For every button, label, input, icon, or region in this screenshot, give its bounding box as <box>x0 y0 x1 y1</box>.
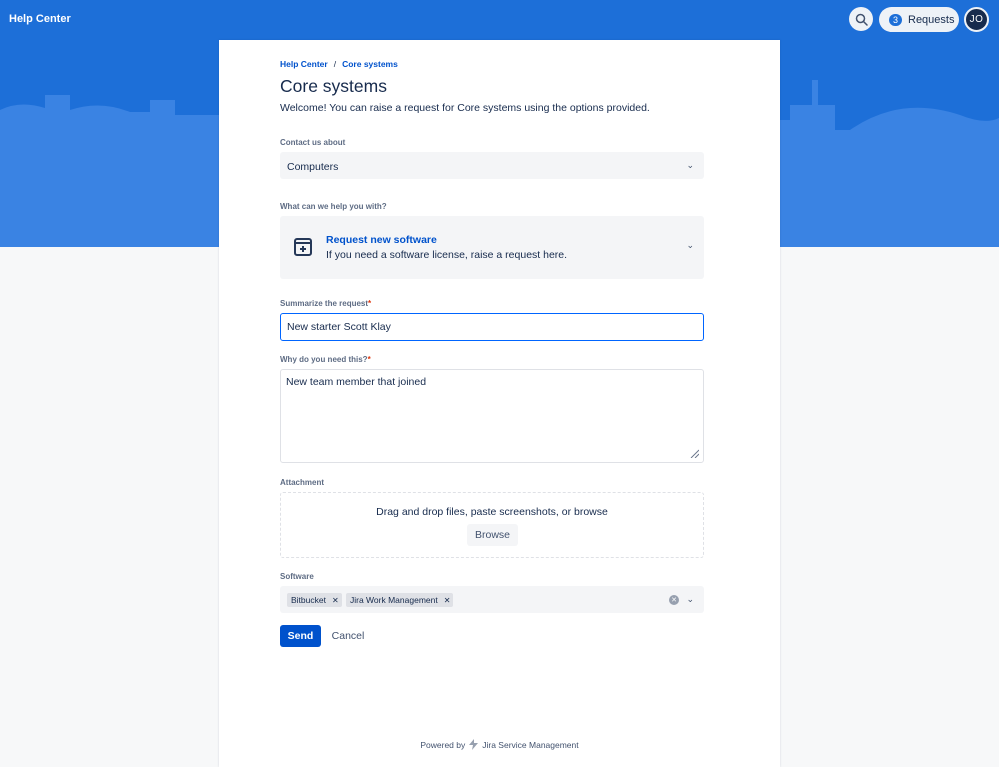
powered-by-text: Powered by <box>420 739 466 750</box>
software-label: Software <box>280 572 314 581</box>
summary-label-text: Summarize the request <box>280 299 369 308</box>
software-tag: Bitbucket ✕ <box>287 593 342 607</box>
software-multiselect[interactable]: Bitbucket ✕ Jira Work Management ✕ ✕ ⌄ <box>280 586 704 613</box>
request-type-label: What can we help you with? <box>280 202 387 211</box>
attachment-dropzone[interactable]: Drag and drop files, paste screenshots, … <box>280 492 704 558</box>
help-center-link[interactable]: Help Center <box>9 13 71 25</box>
search-button[interactable] <box>849 7 873 31</box>
page-title: Core systems <box>280 76 387 96</box>
summary-label: Summarize the request* <box>280 299 371 308</box>
chevron-down-icon: ⌄ <box>686 240 694 250</box>
attachment-label: Attachment <box>280 478 325 487</box>
clear-selection-icon[interactable]: ✕ <box>669 595 679 605</box>
jira-service-management-logo-icon <box>469 739 479 750</box>
requests-label: Requests <box>908 13 955 26</box>
summary-input[interactable]: New starter Scott Klay <box>280 313 704 341</box>
breadcrumb: Help Center / Core systems <box>280 59 398 69</box>
tag-label: Jira Work Management <box>350 595 438 605</box>
request-type-description: If you need a software license, raise a … <box>326 249 568 261</box>
reason-textarea[interactable]: New team member that joined <box>280 369 704 463</box>
dropzone-text: Drag and drop files, paste screenshots, … <box>376 506 608 518</box>
footer: Powered by Jira Service Management <box>219 739 780 750</box>
browse-button[interactable]: Browse <box>467 524 518 546</box>
contact-select[interactable]: Computers ⌄ <box>280 152 704 179</box>
product-name[interactable]: Jira Service Management <box>482 740 578 750</box>
breadcrumb-separator: / <box>333 59 337 69</box>
required-marker: * <box>367 355 371 364</box>
reason-value: New team member that joined <box>286 376 427 388</box>
top-navigation: Help Center 3 Requests JO <box>0 0 999 40</box>
request-form-card: Help Center / Core systems Core systems … <box>219 40 780 767</box>
request-type-select[interactable]: Request new software If you need a softw… <box>280 216 704 279</box>
contact-label: Contact us about <box>280 138 346 147</box>
contact-value: Computers <box>287 161 339 173</box>
user-avatar[interactable]: JO <box>964 7 989 32</box>
reason-label: Why do you need this?* <box>280 355 371 364</box>
search-icon <box>855 13 868 26</box>
welcome-message: Welcome! You can raise a request for Cor… <box>280 102 650 114</box>
send-button[interactable]: Send <box>280 625 321 647</box>
breadcrumb-help-center[interactable]: Help Center <box>280 59 328 69</box>
requests-button[interactable]: 3 Requests <box>879 7 959 32</box>
tag-label: Bitbucket <box>291 595 326 605</box>
cancel-button[interactable]: Cancel <box>328 625 368 647</box>
request-type-icon <box>294 238 312 256</box>
request-type-title: Request new software <box>326 234 437 246</box>
resize-handle-icon[interactable] <box>689 448 699 458</box>
remove-tag-icon[interactable]: ✕ <box>332 596 339 605</box>
required-marker: * <box>368 299 372 308</box>
chevron-down-icon: ⌄ <box>686 160 694 170</box>
breadcrumb-core-systems[interactable]: Core systems <box>342 59 398 69</box>
chevron-down-icon[interactable]: ⌄ <box>686 594 694 605</box>
software-tag: Jira Work Management ✕ <box>346 593 454 607</box>
reason-label-text: Why do you need this? <box>280 355 368 364</box>
remove-tag-icon[interactable]: ✕ <box>444 596 451 605</box>
requests-count-badge: 3 <box>889 13 902 26</box>
